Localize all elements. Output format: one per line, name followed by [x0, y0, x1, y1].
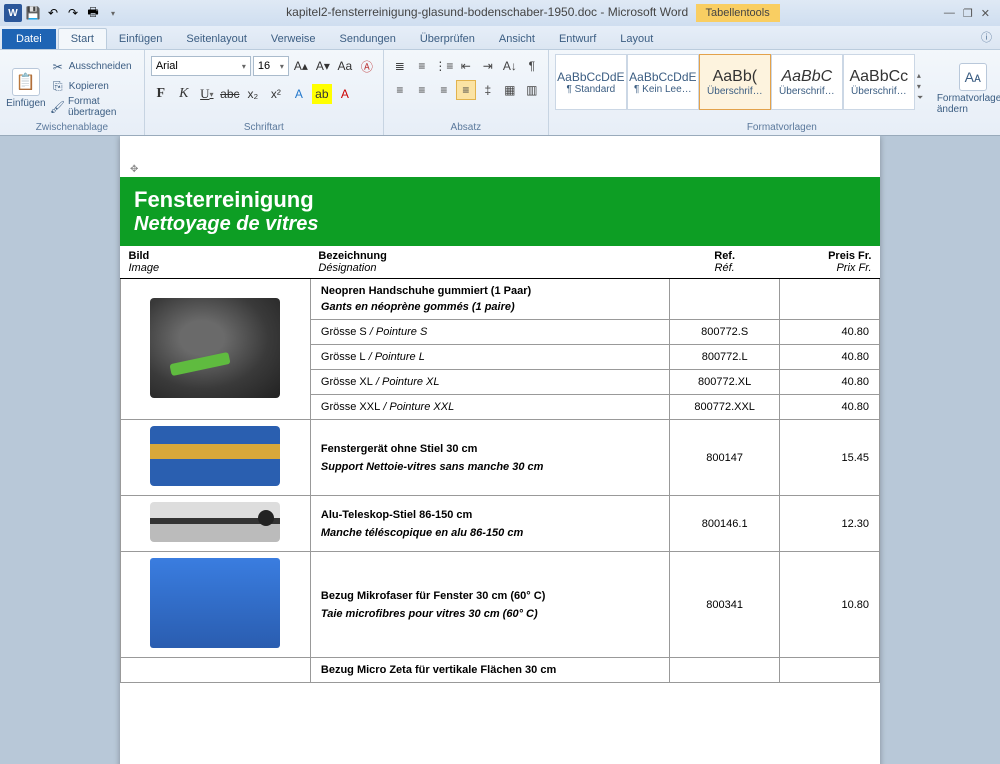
table-anchor-icon[interactable]: ✥ [130, 164, 880, 175]
shrink-font-button[interactable]: A▾ [313, 56, 333, 76]
window-title: kapitel2-fensterreinigung-glasund-bodens… [122, 4, 944, 22]
qat-more-icon[interactable]: ▾ [104, 4, 122, 22]
style-keinlee[interactable]: AaBbCcDdE¶ Kein Lee… [627, 54, 699, 110]
highlight-button[interactable]: ab [312, 84, 332, 104]
restore-icon[interactable]: ❐ [963, 7, 973, 20]
tabletools-context-tab: Tabellentools [696, 4, 780, 22]
paragraph-label: Absatz [390, 121, 542, 135]
align-left-button[interactable]: ≡ [390, 80, 410, 100]
superscript-button[interactable]: x² [266, 84, 286, 104]
catalog-table: BildImage BezeichnungDésignation Ref.Réf… [120, 246, 880, 683]
font-name-select[interactable]: Arial▾ [151, 56, 251, 76]
clipboard-label: Zwischenablage [6, 121, 138, 135]
group-styles: AaBbCcDdE¶ Standard AaBbCcDdE¶ Kein Lee…… [549, 50, 1000, 135]
align-center-button[interactable]: ≡ [412, 80, 432, 100]
ribbon-tabs: Datei Start Einfügen Seitenlayout Verwei… [0, 26, 1000, 50]
paste-button[interactable]: 📋 Einfügen [6, 52, 46, 121]
brush-icon: 🖌 [50, 99, 65, 115]
style-standard[interactable]: AaBbCcDdE¶ Standard [555, 54, 627, 110]
tab-design[interactable]: Entwurf [547, 29, 608, 49]
group-paragraph: ≣ ≡ ⋮≡ ⇤ ⇥ A↓ ¶ ≡ ≡ ≡ ≡ ‡ ▦ ▥ Absatz [384, 50, 549, 135]
tab-file[interactable]: Datei [2, 29, 56, 49]
group-font: Arial▾ 16▾ A▴ A▾ Aa Ⓐ F K U▾ abc x₂ x² A… [145, 50, 384, 135]
table-row: Alu-Teleskop-Stiel 86-150 cmManche télés… [121, 496, 880, 552]
product-image [150, 426, 280, 486]
window-controls: — ❐ ✕ [944, 7, 996, 20]
table-row: Fenstergerät ohne Stiel 30 cmSupport Net… [121, 420, 880, 496]
group-clipboard: 📋 Einfügen ✂Ausschneiden ⎘Kopieren 🖌Form… [0, 50, 145, 135]
justify-button[interactable]: ≡ [456, 80, 476, 100]
word-icon: W [4, 4, 22, 22]
tab-pagelayout[interactable]: Seitenlayout [174, 29, 259, 49]
borders-button[interactable]: ▥ [522, 80, 542, 100]
style-heading2[interactable]: AaBbCÜberschrif… [771, 54, 843, 110]
indent-dec-button[interactable]: ⇤ [456, 56, 476, 76]
multilevel-button[interactable]: ⋮≡ [434, 56, 454, 76]
styles-down-icon[interactable]: ▾ [917, 82, 931, 91]
tab-review[interactable]: Überprüfen [408, 29, 487, 49]
redo-icon[interactable]: ↷ [64, 4, 82, 22]
underline-button[interactable]: U▾ [197, 84, 217, 104]
product-image [150, 502, 280, 542]
style-heading1[interactable]: AaBb(Überschrif… [699, 54, 771, 110]
shading-button[interactable]: ▦ [500, 80, 520, 100]
indent-inc-button[interactable]: ⇥ [478, 56, 498, 76]
font-size-select[interactable]: 16▾ [253, 56, 289, 76]
text-effects-button[interactable]: A [289, 84, 309, 104]
change-styles-button[interactable]: Aᴀ Formatvorlagen ändern [937, 52, 1000, 121]
tab-layout[interactable]: Layout [608, 29, 665, 49]
font-color-button[interactable]: A [335, 84, 355, 104]
cut-button[interactable]: ✂Ausschneiden [50, 58, 138, 76]
clear-format-button[interactable]: Ⓐ [357, 56, 377, 76]
product-image [150, 558, 280, 648]
titlebar: W 💾 ↶ ↷ 🖶 ▾ kapitel2-fensterreinigung-gl… [0, 0, 1000, 26]
table-row: Bezug Micro Zeta für vertikale Flächen 3… [121, 658, 880, 683]
show-marks-button[interactable]: ¶ [522, 56, 542, 76]
tab-start[interactable]: Start [58, 28, 107, 49]
copy-icon: ⎘ [50, 79, 66, 95]
table-row: Bezug Mikrofaser für Fenster 30 cm (60° … [121, 552, 880, 658]
title-de: Fensterreinigung [134, 187, 866, 213]
grow-font-button[interactable]: A▴ [291, 56, 311, 76]
tab-view[interactable]: Ansicht [487, 29, 547, 49]
change-styles-icon: Aᴀ [959, 63, 987, 91]
table-header-row: BildImage BezeichnungDésignation Ref.Réf… [121, 246, 880, 279]
tab-mailings[interactable]: Sendungen [328, 29, 408, 49]
tab-references[interactable]: Verweise [259, 29, 328, 49]
styles-label: Formatvorlagen [555, 121, 1000, 135]
document-area[interactable]: ✥ Fensterreinigung Nettoyage de vitres B… [0, 136, 1000, 764]
print-icon[interactable]: 🖶 [84, 4, 102, 22]
table-row: Neopren Handschuhe gummiert (1 Paar)Gant… [121, 279, 880, 320]
doc-header: Fensterreinigung Nettoyage de vitres [120, 177, 880, 246]
quick-access-toolbar: W 💾 ↶ ↷ 🖶 ▾ [4, 4, 122, 22]
bold-button[interactable]: F [151, 84, 171, 104]
page: ✥ Fensterreinigung Nettoyage de vitres B… [120, 136, 880, 764]
sort-button[interactable]: A↓ [500, 56, 520, 76]
scissors-icon: ✂ [50, 59, 66, 75]
tab-insert[interactable]: Einfügen [107, 29, 174, 49]
styles-more-icon[interactable]: ⏷ [917, 93, 931, 103]
align-right-button[interactable]: ≡ [434, 80, 454, 100]
minimize-icon[interactable]: — [944, 7, 955, 20]
numbering-button[interactable]: ≡ [412, 56, 432, 76]
font-label: Schriftart [151, 121, 377, 135]
line-spacing-button[interactable]: ‡ [478, 80, 498, 100]
save-icon[interactable]: 💾 [24, 4, 42, 22]
undo-icon[interactable]: ↶ [44, 4, 62, 22]
paste-icon: 📋 [12, 68, 40, 96]
ribbon-minimize-icon[interactable]: ⓘ [973, 25, 1000, 49]
product-image [150, 298, 280, 398]
bullets-button[interactable]: ≣ [390, 56, 410, 76]
format-painter-button[interactable]: 🖌Format übertragen [50, 98, 138, 116]
ribbon: 📋 Einfügen ✂Ausschneiden ⎘Kopieren 🖌Form… [0, 50, 1000, 136]
change-case-button[interactable]: Aa [335, 56, 355, 76]
close-icon[interactable]: ✕ [981, 7, 990, 20]
styles-up-icon[interactable]: ▴ [917, 71, 931, 80]
italic-button[interactable]: K [174, 84, 194, 104]
copy-button[interactable]: ⎘Kopieren [50, 78, 138, 96]
title-fr: Nettoyage de vitres [134, 213, 866, 236]
style-heading3[interactable]: AaBbCcÜberschrif… [843, 54, 915, 110]
strike-button[interactable]: abc [220, 84, 240, 104]
subscript-button[interactable]: x₂ [243, 84, 263, 104]
